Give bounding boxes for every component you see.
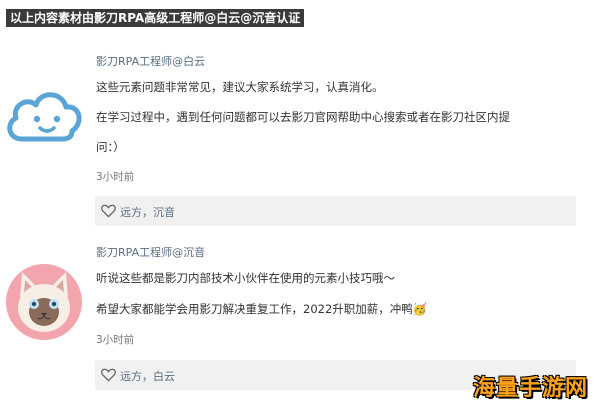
comment-text-line: 在学习过程中，遇到任何问题都可以去影刀官网帮助中心搜索或者在影刀社区内提	[96, 110, 510, 124]
likes-bar: 远方，沉音	[95, 196, 576, 226]
likes-names[interactable]: 远方，沉音	[120, 204, 175, 220]
cloud-face-icon[interactable]	[2, 73, 86, 157]
comment-text-line: 听说这些都是影刀内部技术小伙伴在使用的元素小技巧哦～	[96, 271, 395, 285]
comment-author[interactable]: 影刀RPA工程师@沉音	[96, 246, 205, 260]
source-banner: 以上内容素材由影刀RPA高级工程师@白云@沉音认证	[6, 9, 305, 27]
heart-icon[interactable]	[101, 203, 116, 222]
site-watermark: 海量手游网	[472, 376, 588, 401]
comment-timestamp: 3小时前	[96, 334, 135, 346]
siamese-cat-icon[interactable]	[2, 258, 86, 342]
heart-icon[interactable]	[101, 367, 116, 386]
comment-author[interactable]: 影刀RPA工程师@白云	[96, 55, 205, 69]
likes-names[interactable]: 远方，白云	[120, 368, 175, 384]
comment-text-line: 希望大家都能学会用影刀解决重复工作，2022升职加薪，冲鸭🥳	[96, 302, 428, 316]
comment-text-line: 问：）	[96, 140, 125, 154]
comment-timestamp: 3小时前	[96, 171, 135, 183]
comment-text-line: 这些元素问题非常常见，建议大家系统学习，认真消化。	[96, 80, 384, 94]
